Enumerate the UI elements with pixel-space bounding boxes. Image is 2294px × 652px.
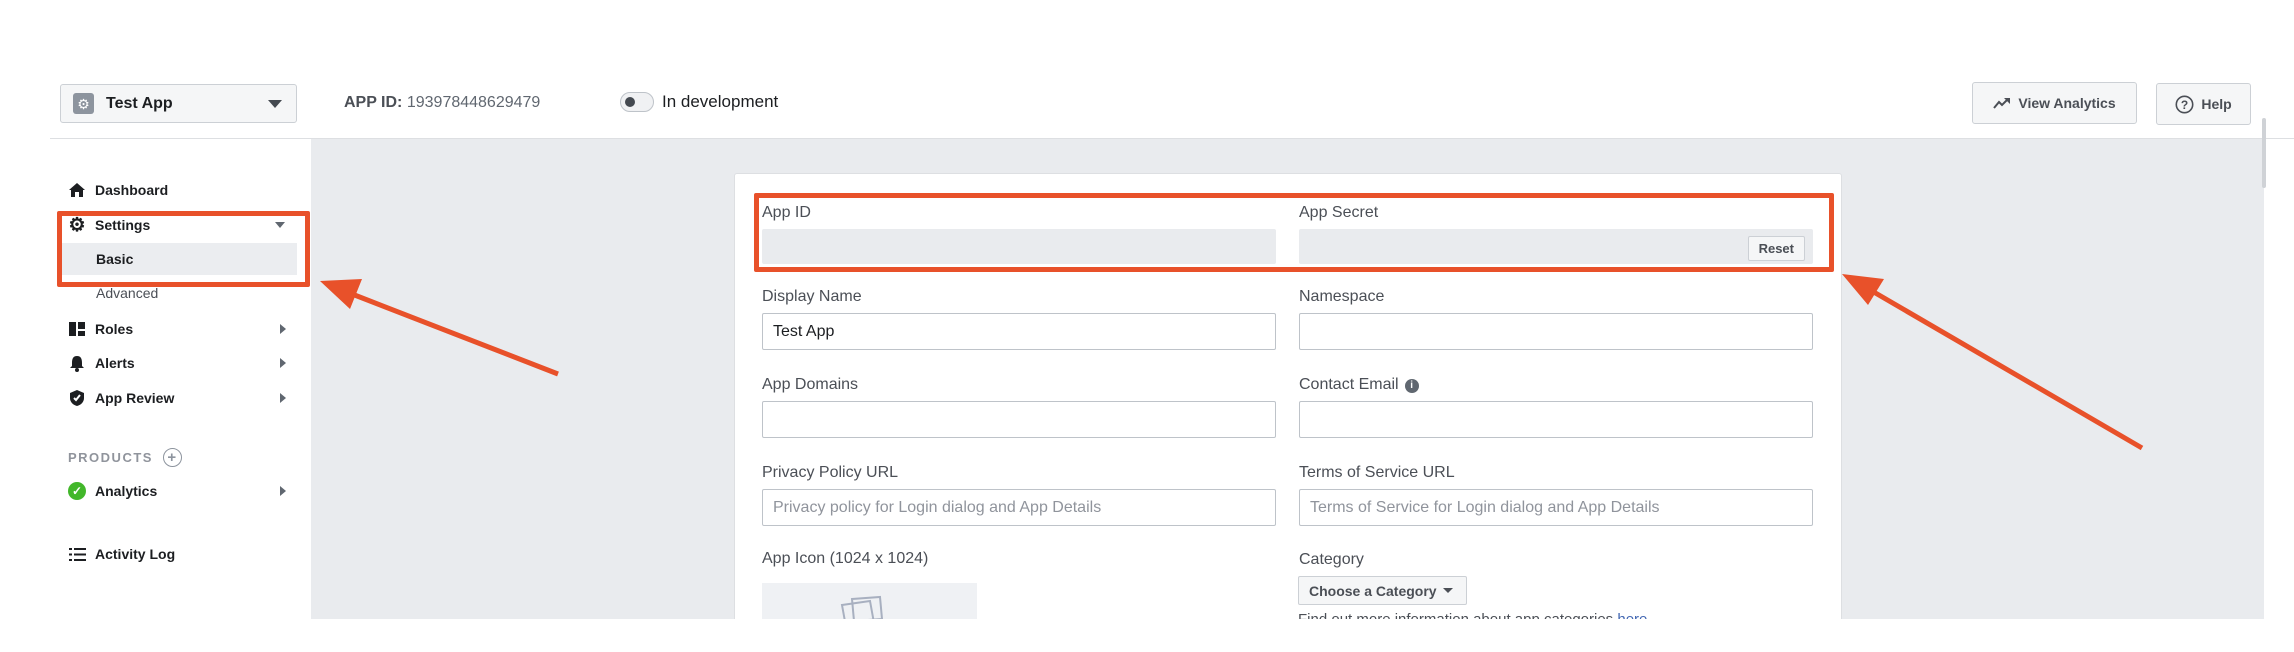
- left-arrow: [320, 279, 559, 377]
- right-arrow: [1842, 274, 2144, 451]
- annotation-arrows: [320, 274, 2144, 451]
